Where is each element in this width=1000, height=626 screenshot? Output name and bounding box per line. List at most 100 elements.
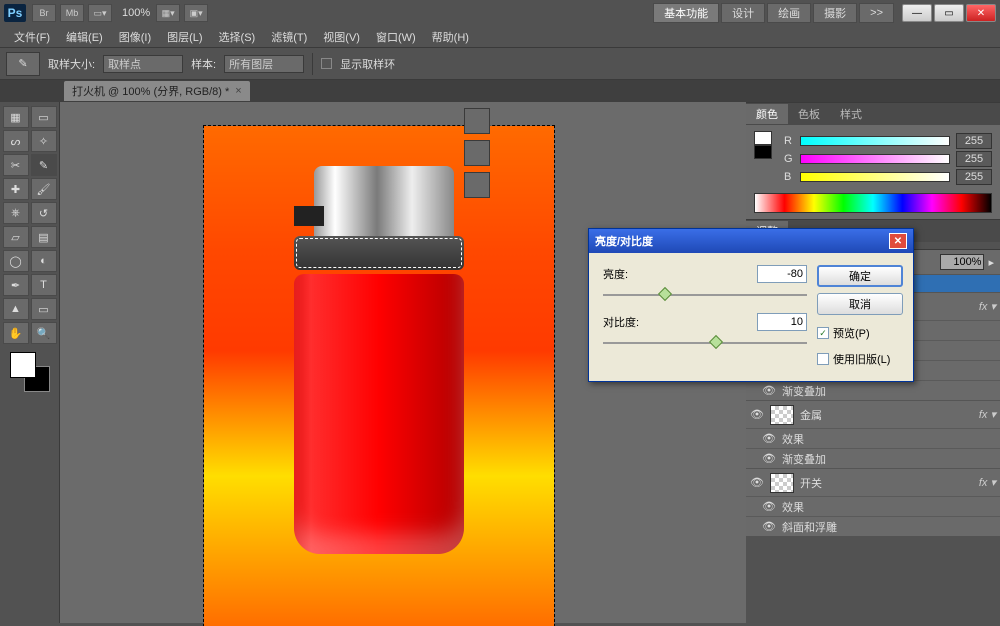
color-panel-swatch[interactable]	[754, 131, 772, 187]
zoom-level[interactable]: 100%	[122, 7, 150, 19]
brightness-contrast-dialog: 亮度/对比度 ✕ 亮度: 对比度: 确定 取消 ✓ 预览(P)	[588, 228, 914, 382]
visibility-icon[interactable]: 👁	[750, 408, 764, 421]
opacity-flyout-icon[interactable]: ▸	[988, 256, 994, 269]
preview-checkbox[interactable]: ✓ 预览(P)	[817, 325, 903, 341]
tool-dodge[interactable]: ◐	[31, 250, 57, 272]
layer-thumbnail[interactable]	[770, 405, 794, 425]
arrange-button[interactable]: ▦▾	[156, 4, 180, 22]
tool-shape[interactable]: ▭	[31, 298, 57, 320]
document-tab[interactable]: 打火机 @ 100% (分界, RGB/8) * ×	[64, 81, 250, 101]
menu-window[interactable]: 窗口(W)	[368, 27, 424, 47]
minibridge-button[interactable]: Mb	[60, 4, 84, 22]
brightness-input[interactable]	[757, 265, 807, 283]
menu-file[interactable]: 文件(F)	[6, 27, 58, 47]
fx-badge[interactable]: fx ▾	[979, 408, 996, 421]
effect-label: 斜面和浮雕	[782, 519, 837, 535]
menu-edit[interactable]: 编辑(E)	[58, 27, 111, 47]
contrast-slider[interactable]	[603, 335, 807, 351]
tool-stamp[interactable]: ⎈	[3, 202, 29, 224]
tool-eyedropper[interactable]: ✎	[31, 154, 57, 176]
tool-marquee[interactable]: ▭	[31, 106, 57, 128]
layer-thumbnail[interactable]	[770, 473, 794, 493]
tab-styles[interactable]: 样式	[830, 104, 872, 124]
tool-quick-select[interactable]: ✧	[31, 130, 57, 152]
visibility-icon[interactable]: 👁	[762, 432, 776, 445]
menu-layer[interactable]: 图层(L)	[159, 27, 210, 47]
channel-b-value[interactable]	[956, 169, 992, 185]
layer-opacity-input[interactable]	[940, 254, 984, 270]
tool-lasso[interactable]: ᔕ	[3, 130, 29, 152]
tab-color[interactable]: 颜色	[746, 104, 788, 124]
tool-blur[interactable]: ◯	[3, 250, 29, 272]
screen-mode-button[interactable]: ▭▾	[88, 4, 112, 22]
mini-panel-icon[interactable]	[464, 108, 490, 134]
fx-badge[interactable]: fx ▾	[979, 300, 996, 313]
tool-pen[interactable]: ✒	[3, 274, 29, 296]
window-minimize[interactable]: —	[902, 4, 932, 22]
visibility-icon[interactable]: 👁	[762, 500, 776, 513]
workspace-essentials[interactable]: 基本功能	[653, 3, 719, 23]
color-spectrum[interactable]	[754, 193, 992, 213]
tool-type[interactable]: T	[31, 274, 57, 296]
show-sampling-ring-checkbox[interactable]	[321, 58, 332, 69]
channel-r-value[interactable]	[956, 133, 992, 149]
menu-help[interactable]: 帮助(H)	[424, 27, 477, 47]
tool-zoom[interactable]: 🔍	[31, 322, 57, 344]
layer-effect-row[interactable]: 👁 斜面和浮雕	[746, 516, 1000, 536]
layer-effect-row[interactable]: 👁效果	[746, 428, 1000, 448]
tool-heal[interactable]: ✚	[3, 178, 29, 200]
bridge-button[interactable]: Br	[32, 4, 56, 22]
channel-r-slider[interactable]	[800, 136, 950, 146]
dialog-title-bar[interactable]: 亮度/对比度 ✕	[589, 229, 913, 253]
current-tool-eyedropper-icon[interactable]: ✎	[6, 52, 40, 76]
tool-brush[interactable]: 🖌	[31, 178, 57, 200]
channel-b-slider[interactable]	[800, 172, 950, 182]
channel-g-value[interactable]	[956, 151, 992, 167]
tool-crop[interactable]: ✂	[3, 154, 29, 176]
sample-scope-select[interactable]	[224, 55, 304, 73]
legacy-checkbox[interactable]: 使用旧版(L)	[817, 351, 903, 367]
color-swatches[interactable]	[10, 352, 50, 392]
sample-size-select[interactable]	[103, 55, 183, 73]
menu-view[interactable]: 视图(V)	[315, 27, 368, 47]
tab-swatches[interactable]: 色板	[788, 104, 830, 124]
tool-eraser[interactable]: ▱	[3, 226, 29, 248]
cancel-button[interactable]: 取消	[817, 293, 903, 315]
layer-row[interactable]: 👁 开关 fx ▾	[746, 468, 1000, 496]
tool-history-brush[interactable]: ↺	[31, 202, 57, 224]
close-tab-icon[interactable]: ×	[235, 85, 241, 97]
fx-badge[interactable]: fx ▾	[979, 476, 996, 489]
mini-panel-icon[interactable]	[464, 140, 490, 166]
ok-button[interactable]: 确定	[817, 265, 903, 287]
window-maximize[interactable]: ▭	[934, 4, 964, 22]
workspace-painting[interactable]: 绘画	[767, 3, 811, 23]
layer-effect-row[interactable]: 👁渐变叠加	[746, 448, 1000, 468]
layer-name[interactable]: 金属	[800, 407, 822, 423]
contrast-input[interactable]	[757, 313, 807, 331]
dialog-close-icon[interactable]: ✕	[889, 233, 907, 249]
extras-button[interactable]: ▣▾	[184, 4, 208, 22]
layer-row[interactable]: 👁 金属 fx ▾	[746, 400, 1000, 428]
menu-image[interactable]: 图像(I)	[111, 27, 159, 47]
workspace-design[interactable]: 设计	[721, 3, 765, 23]
visibility-icon[interactable]: 👁	[750, 476, 764, 489]
layer-name[interactable]: 开关	[800, 475, 822, 491]
visibility-icon[interactable]: 👁	[762, 520, 776, 533]
brightness-slider[interactable]	[603, 287, 807, 303]
tool-gradient[interactable]: ▤	[31, 226, 57, 248]
foreground-color-swatch[interactable]	[10, 352, 36, 378]
layer-effect-row[interactable]: 👁效果	[746, 496, 1000, 516]
mini-panel-icon[interactable]	[464, 172, 490, 198]
tool-hand[interactable]: ✋	[3, 322, 29, 344]
window-close[interactable]: ✕	[966, 4, 996, 22]
menu-select[interactable]: 选择(S)	[211, 27, 264, 47]
visibility-icon[interactable]: 👁	[762, 452, 776, 465]
menu-filter[interactable]: 滤镜(T)	[263, 27, 315, 47]
workspace-more[interactable]: >>	[859, 3, 894, 23]
workspace-photography[interactable]: 摄影	[813, 3, 857, 23]
visibility-icon[interactable]: 👁	[762, 384, 776, 397]
tool-path-select[interactable]: ▲	[3, 298, 29, 320]
layer-effect-row[interactable]: 👁渐变叠加	[746, 380, 1000, 400]
channel-g-slider[interactable]	[800, 154, 950, 164]
tool-move[interactable]: ▦	[3, 106, 29, 128]
